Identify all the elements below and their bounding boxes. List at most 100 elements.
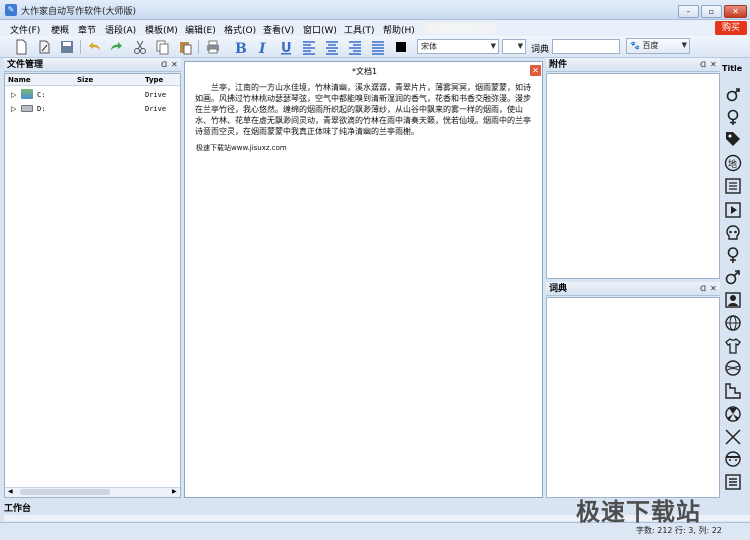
attachments-panel [546,73,720,279]
font-color-icon[interactable] [393,39,409,55]
menu-file[interactable]: 文件(F) [10,23,40,36]
dict-panel-header: 词典 ᗡ ✕ [546,282,720,296]
open-file-icon[interactable] [36,39,52,55]
document-tab-title[interactable]: *文档1 [185,66,544,77]
skull-icon[interactable] [724,224,742,242]
chevron-down-icon: ▼ [681,41,687,49]
chevron-down-icon: ▼ [490,42,496,50]
menu-tools[interactable]: 工具(T) [344,23,375,36]
menu-help[interactable]: 帮助(H) [383,23,415,36]
attachments-panel-header: 附件 ᗡ ✕ [546,58,720,72]
document-close-icon[interactable]: ✕ [530,65,541,76]
watermark: 极速下载站 [576,498,701,526]
document-editor[interactable]: *文档1 ✕ 兰亭，江南的一方山水佳境，竹林清幽，溪水潺潺，青翠片片，薄雾冥冥，… [184,61,543,498]
toolbar-separator [80,40,81,54]
file-panel-title: 文件管理 [7,60,44,70]
paw-icon: 🐾 [630,41,640,50]
female-male-icon[interactable] [724,108,742,126]
align-right-icon[interactable] [347,39,363,55]
search-engine-select[interactable]: 🐾 百度 ▼ [626,38,690,54]
menu-decoration [425,23,495,33]
menu-window[interactable]: 窗口(W) [303,23,337,36]
close-icon[interactable]: ✕ [171,58,178,72]
shirt-icon[interactable] [724,337,742,355]
menu-template[interactable]: 模板(M) [145,23,178,36]
buy-button[interactable]: 购买 [715,21,747,35]
expand-icon[interactable]: ▷ [11,105,16,113]
print-icon[interactable] [205,39,221,55]
copy-icon[interactable] [154,39,170,55]
font-name-select[interactable]: 宋体 ▼ [417,39,499,54]
scrollbar-thumb[interactable] [20,489,110,495]
panel-icon[interactable] [724,473,742,491]
play-icon[interactable] [724,201,742,219]
document-link-line[interactable]: 极速下载站www.jisuxz.com [196,143,287,153]
search-engine-value: 百度 [642,41,659,50]
toolbar-separator [198,40,199,54]
cut-icon[interactable] [132,39,148,55]
file-tree [4,73,181,498]
close-icon[interactable]: ✕ [710,58,717,72]
col-size[interactable]: Size [77,76,93,84]
right-icon-bar: Title 地 [722,62,746,522]
dict-label: 词典 [531,45,550,55]
drive-d-name[interactable]: D: [37,105,45,113]
paste-icon[interactable] [177,39,193,55]
drive-c-name[interactable]: C: [37,91,45,99]
location-icon[interactable]: 地 [724,154,742,172]
face-icon[interactable] [724,450,742,468]
svg-text:I: I [258,41,266,55]
underline-icon[interactable]: U [278,39,294,55]
male-icon[interactable] [724,268,742,286]
undo-icon[interactable] [86,39,102,55]
maximize-button[interactable]: ▫ [701,5,722,18]
person-icon[interactable] [724,291,742,309]
drive-c-type: Drive [145,91,167,99]
male-female-icon[interactable] [724,86,742,104]
scroll-left-icon[interactable]: ◀ [8,488,13,495]
menu-chapter[interactable]: 章节 [78,23,96,36]
female-icon[interactable] [724,246,742,264]
new-file-icon[interactable] [13,39,29,55]
pin-icon[interactable]: ᗡ [161,58,167,72]
document-body[interactable]: 兰亭，江南的一方山水佳境，竹林清幽，溪水潺潺，青翠片片，薄雾冥冥，烟雨蒙蒙，如诗… [195,82,537,137]
close-icon[interactable]: ✕ [710,282,717,296]
radiation-icon[interactable] [724,405,742,423]
ball-icon[interactable] [724,359,742,377]
drive-d-icon [21,105,33,112]
file-panel-header: 文件管理 ᗡ ✕ [4,58,181,72]
bold-icon[interactable]: B [232,39,248,55]
redo-icon[interactable] [109,39,125,55]
align-center-icon[interactable] [324,39,340,55]
minimize-button[interactable]: – [678,5,699,18]
list-icon[interactable] [724,177,742,195]
font-size-select[interactable]: ▼ [502,39,526,54]
menu-paragraph[interactable]: 语段(A) [105,23,136,36]
menu-outline[interactable]: 梗概 [51,23,69,36]
window-title: 大作家自动写作软件(大师版) [21,7,137,17]
globe-icon[interactable] [724,314,742,332]
svg-text:地: 地 [728,158,737,170]
expand-icon[interactable]: ▷ [11,91,16,99]
justify-icon[interactable] [370,39,386,55]
side-title-label: Title [722,64,743,73]
svg-text:B: B [235,41,247,55]
status-text: 字数: 212 行: 3, 列: 22 [636,526,722,535]
pin-icon[interactable]: ᗡ [700,282,706,296]
menu-view[interactable]: 查看(V) [263,23,294,36]
scroll-right-icon[interactable]: ▶ [172,488,177,495]
italic-icon[interactable]: I [255,39,271,55]
close-button[interactable]: ✕ [724,5,747,18]
col-name[interactable]: Name [8,76,31,84]
stairs-icon[interactable] [724,382,742,400]
dict-input[interactable] [552,39,620,54]
col-type[interactable]: Type [145,76,163,84]
menu-format[interactable]: 格式(O) [224,23,256,36]
align-left-icon[interactable] [301,39,317,55]
swords-icon[interactable] [724,428,742,446]
tag-icon[interactable] [724,130,742,148]
attachments-title: 附件 [549,60,568,70]
save-icon[interactable] [59,39,75,55]
menu-edit[interactable]: 编辑(E) [185,23,216,36]
pin-icon[interactable]: ᗡ [700,58,706,72]
